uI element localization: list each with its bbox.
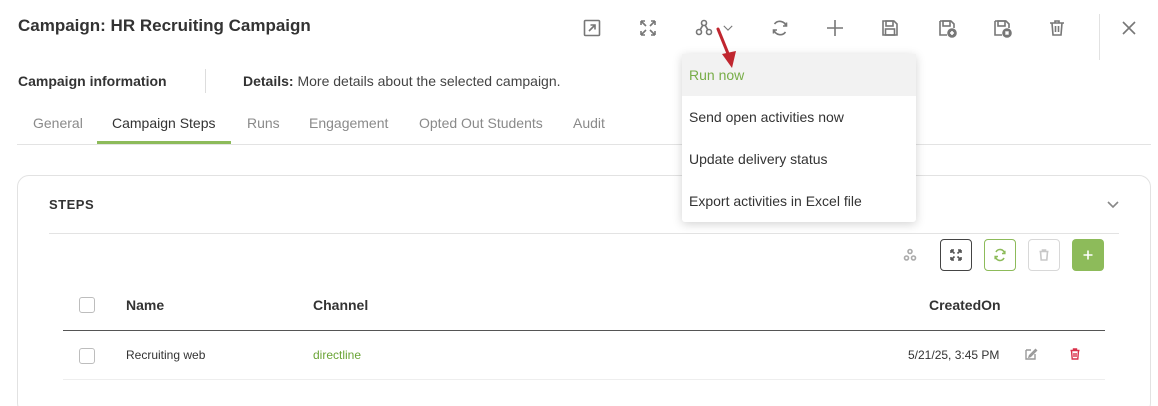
- tab-runs[interactable]: Runs: [247, 115, 280, 131]
- refresh-icon[interactable]: [766, 14, 794, 42]
- row-checkbox[interactable]: [79, 348, 95, 364]
- tab-bar: General Campaign Steps Runs Engagement O…: [17, 114, 1151, 145]
- save-and-close-icon[interactable]: [988, 14, 1016, 42]
- tab-engagement[interactable]: Engagement: [309, 115, 388, 131]
- workflow-icon[interactable]: [894, 239, 926, 271]
- expand-icon[interactable]: [634, 14, 662, 42]
- menu-item-run-now[interactable]: Run now: [682, 54, 916, 96]
- campaign-info-label: Campaign information: [18, 73, 167, 89]
- trash-icon[interactable]: [1043, 14, 1071, 42]
- add-step-button[interactable]: [1072, 239, 1104, 271]
- tab-general[interactable]: General: [33, 115, 83, 131]
- toolbar-divider: [1099, 14, 1100, 60]
- active-tab-indicator: [97, 141, 231, 144]
- tab-opted-out-students[interactable]: Opted Out Students: [419, 115, 543, 131]
- column-header-createdon[interactable]: CreatedOn: [929, 297, 1001, 313]
- card-divider: [49, 233, 1119, 234]
- column-header-channel[interactable]: Channel: [313, 297, 368, 313]
- menu-item-update-delivery-status[interactable]: Update delivery status: [682, 138, 916, 180]
- steps-title: STEPS: [49, 197, 95, 212]
- header-toolbar: [0, 10, 1158, 60]
- chevron-down-icon[interactable]: [1106, 197, 1120, 211]
- column-header-name[interactable]: Name: [126, 297, 164, 313]
- edit-icon[interactable]: [1024, 347, 1038, 361]
- workflow-icon[interactable]: [690, 14, 718, 42]
- step-name-cell: Recruiting web: [126, 348, 206, 362]
- save-and-new-icon[interactable]: [933, 14, 961, 42]
- open-in-new-icon[interactable]: [578, 14, 606, 42]
- select-all-checkbox[interactable]: [79, 297, 95, 313]
- menu-item-send-open-activities[interactable]: Send open activities now: [682, 96, 916, 138]
- refresh-grid-button[interactable]: [984, 239, 1016, 271]
- info-divider: [205, 69, 206, 93]
- close-icon[interactable]: [1115, 14, 1143, 42]
- menu-item-export-excel[interactable]: Export activities in Excel file: [682, 180, 916, 222]
- expand-grid-button[interactable]: [940, 239, 972, 271]
- details-label: Details:: [243, 73, 294, 89]
- delete-grid-button[interactable]: [1028, 239, 1060, 271]
- steps-card: STEPS Name Channel CreatedOn Recruiting …: [17, 175, 1151, 406]
- save-icon[interactable]: [876, 14, 904, 42]
- step-created-on-cell: 5/21/25, 3:45 PM: [908, 348, 1000, 362]
- tab-campaign-steps[interactable]: Campaign Steps: [112, 115, 216, 131]
- plus-icon[interactable]: [821, 14, 849, 42]
- trash-icon[interactable]: [1068, 347, 1082, 361]
- details-text: Details: More details about the selected…: [243, 73, 561, 89]
- tab-audit[interactable]: Audit: [573, 115, 605, 131]
- table-row-divider: [63, 379, 1105, 380]
- workflow-dropdown-menu: Run now Send open activities now Update …: [682, 54, 916, 222]
- details-description: More details about the selected campaign…: [293, 73, 561, 89]
- step-channel-link[interactable]: directline: [313, 348, 361, 362]
- table-header-divider: [63, 330, 1105, 331]
- chevron-down-icon[interactable]: [718, 14, 738, 42]
